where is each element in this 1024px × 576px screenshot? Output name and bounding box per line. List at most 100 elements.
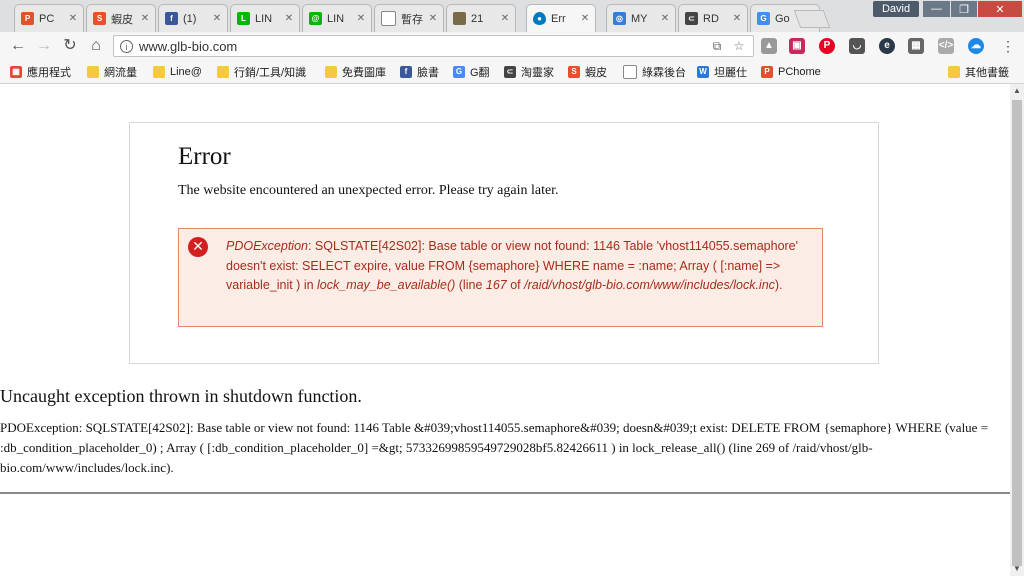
maximize-button[interactable]: ❐ [951,1,977,17]
bookmark-folder[interactable]: 行銷/工具/知識 [217,64,306,80]
bookmark-folder[interactable]: 網流量 [87,64,137,80]
close-icon[interactable]: ✕ [354,13,368,24]
translate-icon[interactable]: ⧉ [709,38,725,54]
bookmark-folder[interactable]: 免費圖庫 [325,64,386,80]
scroll-down-icon[interactable]: ▼ [1010,562,1024,576]
evernote-extension-icon[interactable]: e [879,38,895,54]
document-icon [623,65,637,79]
google-translate-icon: G [453,66,465,78]
folder-icon [948,66,960,78]
message-part: ). [774,278,783,292]
reload-button[interactable]: ↻ [60,36,80,56]
bookmark-label: 坦麗仕 [714,67,747,79]
drive-extension-icon[interactable]: ▲ [761,38,777,54]
close-icon[interactable]: ✕ [138,13,152,24]
bookmark-folder[interactable]: Line@ [153,64,202,80]
bookmark-label: 蝦皮 [585,67,607,79]
forward-button[interactable]: → [34,36,54,56]
divider [0,492,1010,494]
tab-label: LIN [255,12,273,25]
pocket-icon[interactable]: ◡ [849,38,865,54]
error-message-box: ✕ PDOException: SQLSTATE[42S02]: Base ta… [178,228,823,327]
image-icon [453,12,466,25]
bookmark-apps[interactable]: ▦ 應用程式 [10,64,71,80]
bookmark-document[interactable]: 綠霖後台 [623,64,686,80]
bookmark-w[interactable]: W 坦麗仕 [697,64,747,80]
close-icon[interactable]: ✕ [578,13,592,24]
info-icon[interactable]: i [120,39,133,53]
bookmark-label: 網流量 [104,67,137,79]
w-icon: W [697,66,709,78]
tools-extension-icon[interactable]: ▦ [908,38,924,54]
menu-button[interactable]: ⋮ [998,36,1018,56]
bookmark-google-translate[interactable]: G G翻 [453,64,490,80]
close-icon[interactable]: ✕ [498,13,512,24]
tab-label: LIN [327,12,345,25]
tab-line-at[interactable]: @ LIN ✕ [302,4,372,32]
bookmark-label: 綠霖後台 [642,67,686,79]
tab-label: PC [39,12,55,25]
facebook-icon: f [165,12,178,25]
error-panel: Error The website encountered an unexpec… [129,122,879,364]
tab-label: (1) [183,12,197,25]
link-icon: ⊂ [504,66,516,78]
close-icon[interactable]: ✕ [282,13,296,24]
function-name: lock_may_be_available() [317,278,456,292]
new-tab-button[interactable] [793,10,831,28]
close-icon[interactable]: ✕ [66,13,80,24]
tab-error-active[interactable]: ● Err ✕ [526,4,596,32]
screenshot-extension-icon[interactable]: ▣ [789,38,805,54]
tab-pchome[interactable]: P PC ✕ [14,4,84,32]
tab-label: MY [631,12,648,25]
facebook-icon: f [400,66,412,78]
cloud-extension-icon[interactable]: ☁ [968,38,984,54]
shopee-icon: S [93,12,106,25]
star-icon[interactable]: ☆ [731,38,747,54]
bookmarks-bar: ▦ 應用程式 網流量 Line@ 行銷/工具/知識 免費圖庫 f 臉書 G G翻… [0,60,1024,84]
url-text[interactable]: www.glb-bio.com [139,39,709,54]
message-part: (line [455,278,486,292]
close-icon[interactable]: ✕ [730,13,744,24]
tab-document[interactable]: 暫存 ✕ [374,4,444,32]
minimize-button[interactable]: — [923,1,950,17]
pchome-icon: P [761,66,773,78]
close-icon[interactable]: ✕ [426,13,440,24]
profile-button[interactable]: David [873,1,919,17]
tab-image[interactable]: 21 ✕ [446,4,516,32]
pinterest-icon[interactable]: P [819,38,835,54]
tab-rd[interactable]: ⊂ RD ✕ [678,4,748,32]
apps-icon: ▦ [10,66,22,78]
tab-line[interactable]: L LIN ✕ [230,4,300,32]
bookmark-label: 臉書 [417,67,439,79]
bookmark-label: 其他書籤 [965,67,1009,79]
error-icon: ✕ [188,237,208,257]
tab-shopee[interactable]: S 蝦皮 ✕ [86,4,156,32]
home-button[interactable]: ⌂ [86,36,106,56]
scroll-up-icon[interactable]: ▲ [1010,84,1024,98]
bookmark-facebook[interactable]: f 臉書 [400,64,439,80]
bookmark-pchome[interactable]: P PChome [761,64,821,80]
code-extension-icon[interactable]: </> [938,38,954,54]
exception-name: PDOException [226,239,308,253]
vertical-scrollbar[interactable]: ▲ ▼ [1010,84,1024,576]
back-button[interactable]: ← [8,36,28,56]
uncaught-body: PDOException: SQLSTATE[42S02]: Base tabl… [0,420,989,475]
bookmark-link[interactable]: ⊂ 淘靈家 [504,64,554,80]
close-icon[interactable]: ✕ [210,13,224,24]
link-icon: ⊂ [685,12,698,25]
bookmark-label: 行銷/工具/知識 [234,67,307,79]
error-description: The website encountered an unexpected er… [178,183,559,198]
bookmark-other[interactable]: 其他書籤 [948,64,1009,80]
page-title: Error [178,143,231,170]
bookmark-label: Line@ [170,66,202,78]
document-icon [381,11,396,26]
tab-my[interactable]: ◎ MY ✕ [606,4,676,32]
close-icon[interactable]: ✕ [658,13,672,24]
bookmark-shopee[interactable]: S 蝦皮 [568,64,607,80]
close-window-button[interactable]: ✕ [978,1,1022,17]
tab-facebook[interactable]: f (1) ✕ [158,4,228,32]
scrollbar-thumb[interactable] [1012,100,1022,566]
address-bar[interactable]: i www.glb-bio.com ⧉ ☆ [113,35,754,57]
folder-icon [153,66,165,78]
browser-toolbar: ← → ↻ ⌂ i www.glb-bio.com ⧉ ☆ ▲ ▣ P ◡ e … [0,32,1024,60]
